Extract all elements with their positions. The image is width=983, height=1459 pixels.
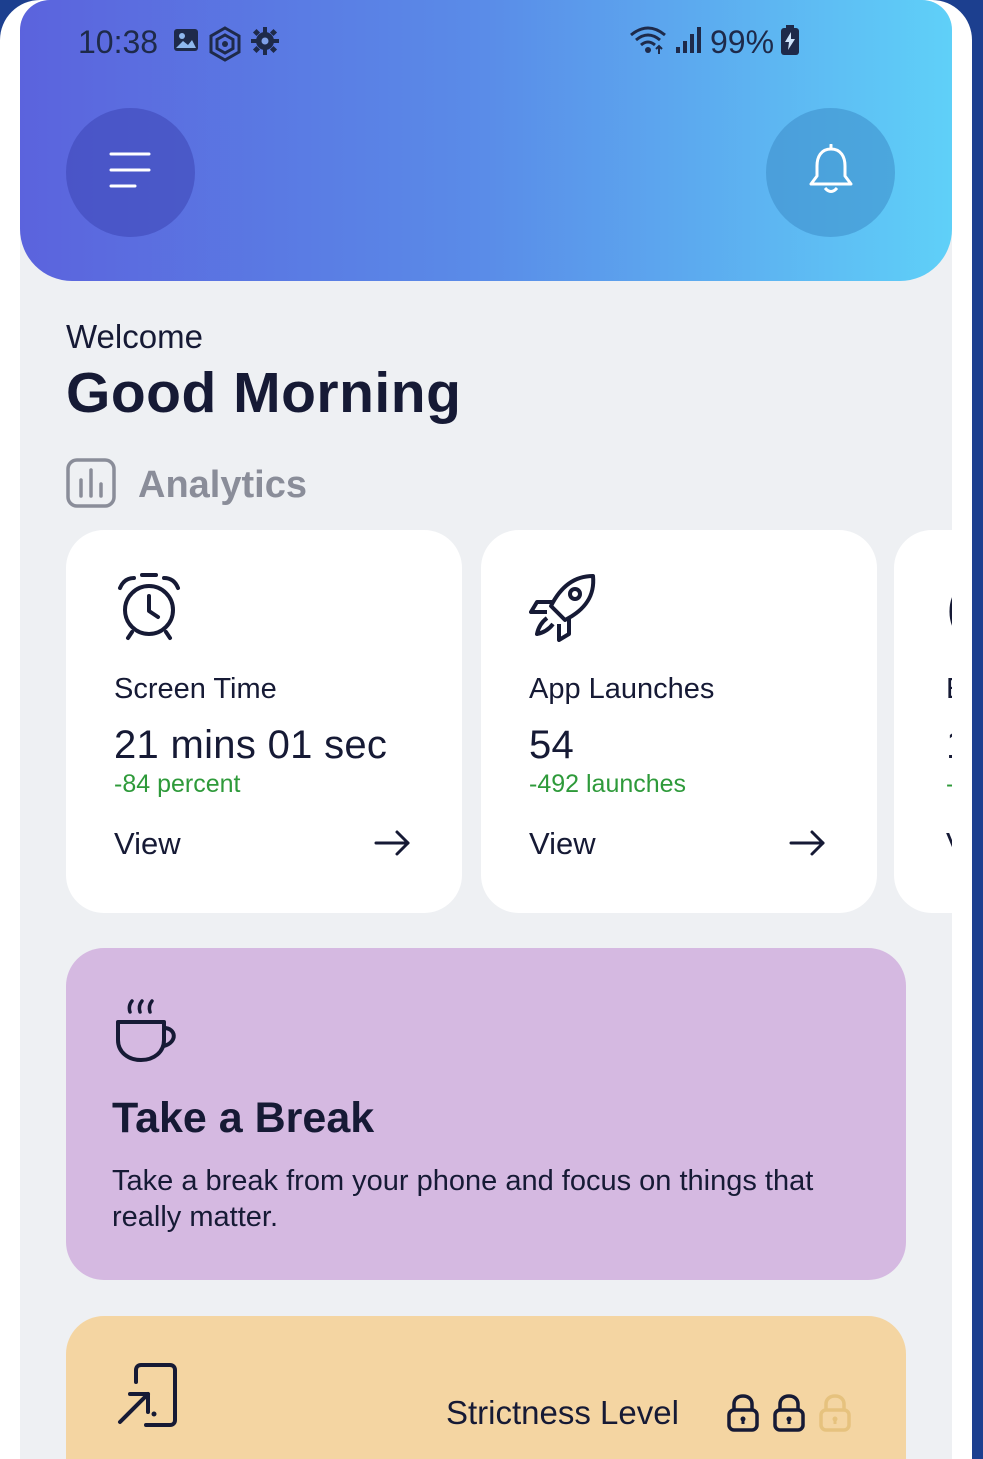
coffee-cup-icon bbox=[112, 998, 182, 1069]
bar-chart-icon bbox=[66, 458, 116, 513]
header: 10:38 99% bbox=[20, 0, 952, 281]
greeting-title: Good Morning bbox=[66, 361, 462, 425]
welcome-text: Welcome bbox=[66, 318, 203, 355]
wifi-icon bbox=[628, 24, 668, 61]
status-bar: 10:38 99% bbox=[20, 22, 952, 66]
app-launches-card[interactable]: App Launches 54 -492 launches View bbox=[481, 530, 877, 913]
view-link[interactable]: View bbox=[529, 826, 596, 862]
strictness-card[interactable]: Strictness Level bbox=[66, 1316, 906, 1459]
lock-icon bbox=[772, 1394, 806, 1437]
bell-icon bbox=[807, 143, 855, 201]
peek-card-delta: - bbox=[946, 770, 952, 799]
arrow-right-icon[interactable] bbox=[789, 828, 827, 863]
card-label: App Launches bbox=[529, 673, 715, 705]
app-screen: 10:38 99% Welcome Good Morning Analytics… bbox=[20, 0, 952, 1459]
status-time: 10:38 bbox=[78, 24, 159, 60]
break-title: Take a Break bbox=[112, 1094, 375, 1142]
take-a-break-card[interactable]: Take a Break Take a break from your phon… bbox=[66, 948, 906, 1280]
battery-charging-icon bbox=[780, 24, 800, 61]
peek-card-value: 1 bbox=[946, 723, 952, 768]
status-icons-right: 99% bbox=[628, 24, 800, 61]
arrow-right-icon[interactable] bbox=[374, 828, 412, 863]
rocket-icon bbox=[529, 572, 599, 647]
card-value: 54 bbox=[529, 723, 575, 767]
break-description: Take a break from your phone and focus o… bbox=[112, 1165, 814, 1233]
strictness-locks bbox=[726, 1394, 852, 1437]
view-link[interactable]: View bbox=[114, 826, 181, 862]
peek-card-view[interactable]: V bbox=[946, 826, 952, 862]
image-icon bbox=[172, 26, 200, 67]
screen-time-card[interactable]: Screen Time 21 mins 01 sec -84 percent V… bbox=[66, 530, 462, 913]
peek-card-icon: ( bbox=[946, 574, 952, 639]
analytics-title: Analytics bbox=[138, 464, 307, 506]
vpn-shield-icon bbox=[208, 26, 242, 67]
alarm-clock-icon bbox=[114, 572, 184, 647]
signal-icon bbox=[674, 25, 704, 60]
lock-icon-inactive bbox=[818, 1394, 852, 1437]
peek-card[interactable]: ( E 1 - V bbox=[894, 530, 952, 913]
lock-icon bbox=[726, 1394, 760, 1437]
menu-icon bbox=[109, 150, 153, 195]
card-delta: -492 launches bbox=[529, 770, 687, 798]
battery-percent: 99% bbox=[710, 24, 775, 60]
card-delta: -84 percent bbox=[114, 770, 241, 798]
peek-card-label: E bbox=[946, 673, 952, 706]
menu-button[interactable] bbox=[66, 108, 195, 237]
analytics-header: Analytics bbox=[66, 458, 307, 513]
card-label: Screen Time bbox=[114, 673, 277, 705]
notifications-button[interactable] bbox=[766, 108, 895, 237]
card-value: 21 mins 01 sec bbox=[114, 723, 388, 767]
settings-gear-icon bbox=[250, 26, 280, 67]
strictness-label: Strictness Level bbox=[446, 1394, 679, 1431]
status-icons-left bbox=[172, 26, 280, 67]
open-app-icon bbox=[116, 1362, 178, 1433]
